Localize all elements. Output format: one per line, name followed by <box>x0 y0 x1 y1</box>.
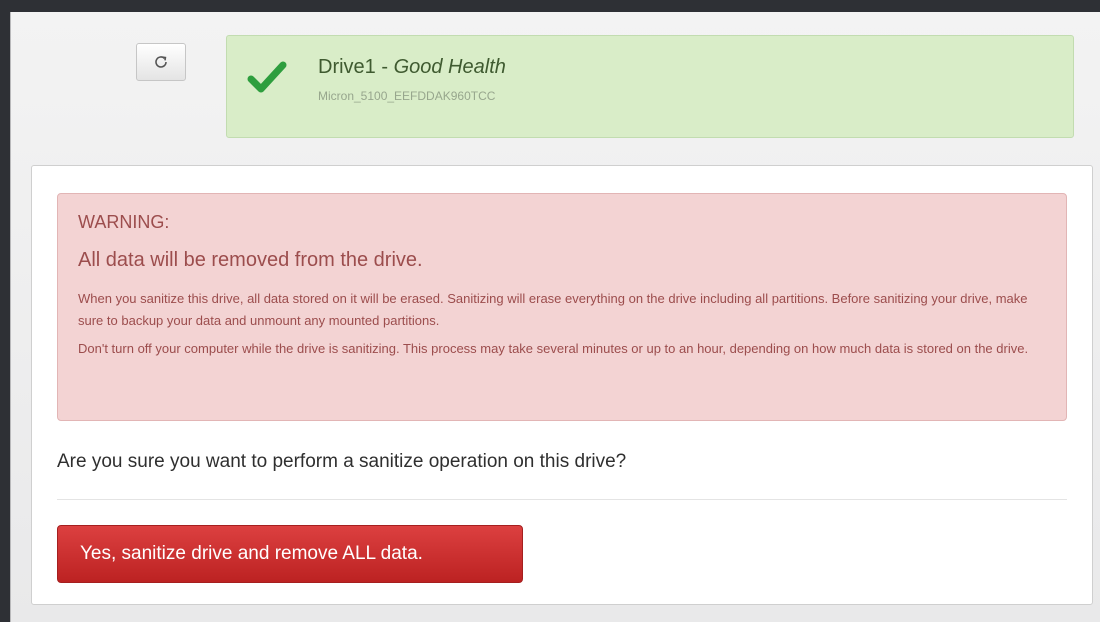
drive-title-separator: - <box>375 56 394 78</box>
confirm-question: Are you sure you want to perform a sanit… <box>57 451 627 472</box>
divider <box>57 499 1067 500</box>
refresh-icon <box>155 56 167 68</box>
drive-name: Drive1 <box>318 56 376 78</box>
refresh-button[interactable] <box>136 43 186 81</box>
drive-title: Drive1 - Good Health <box>318 56 506 79</box>
warning-alert: WARNING: All data will be removed from t… <box>57 193 1067 421</box>
drive-model: Micron_5100_EEFDDAK960TCC <box>318 89 496 103</box>
drive-health-status: Good Health <box>393 56 506 78</box>
warning-paragraph-power: Don't turn off your computer while the d… <box>78 341 1029 356</box>
warning-paragraph-erase: When you sanitize this drive, all data s… <box>78 291 1028 328</box>
warning-title: WARNING: <box>78 212 170 232</box>
sanitize-drive-button[interactable]: Yes, sanitize drive and remove ALL data. <box>57 525 523 583</box>
checkmark-icon <box>247 61 287 93</box>
sanitize-content-panel: WARNING: All data will be removed from t… <box>31 165 1093 605</box>
drive-sanitize-window: Drive1 - Good Health Micron_5100_EEFDDAK… <box>10 12 1100 622</box>
drive-status-panel: Drive1 - Good Health Micron_5100_EEFDDAK… <box>226 35 1074 138</box>
warning-headline: All data will be removed from the drive. <box>78 249 423 271</box>
